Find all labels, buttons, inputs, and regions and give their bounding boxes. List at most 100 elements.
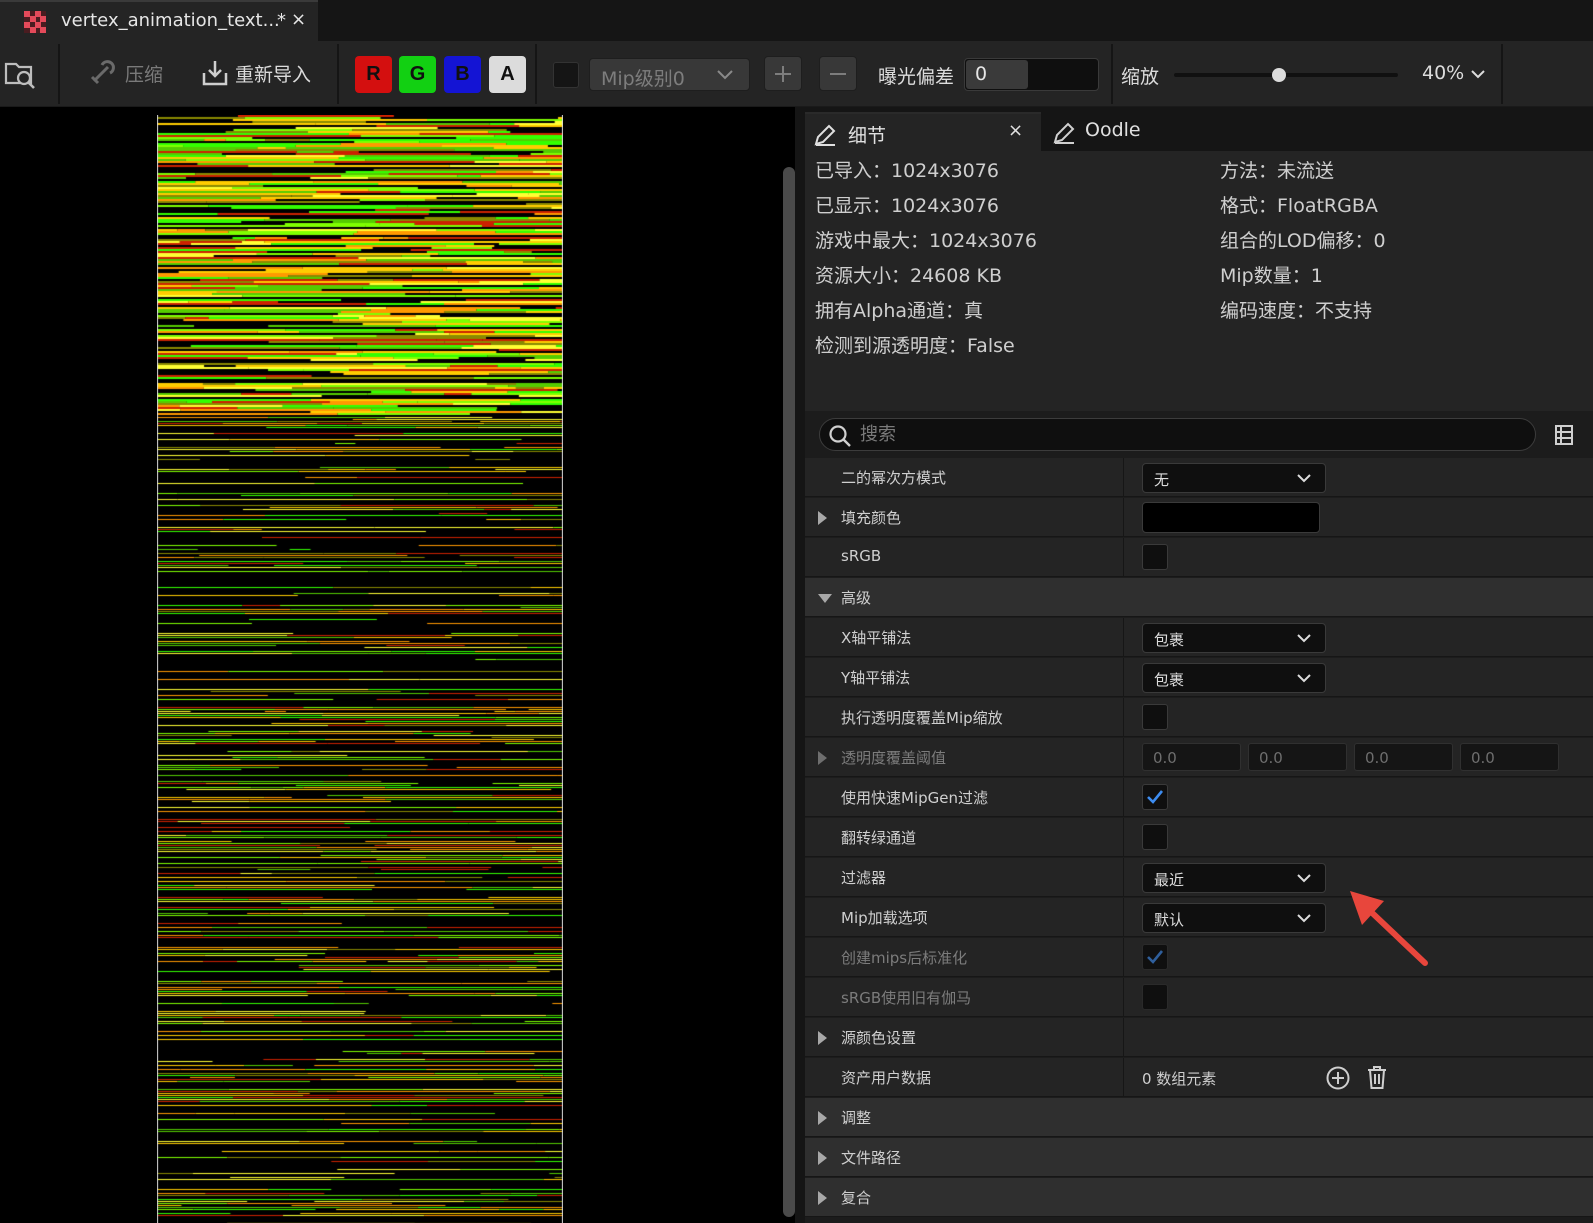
toolbar-separator: [1501, 44, 1503, 104]
channel-r-toggle[interactable]: R: [355, 56, 392, 93]
number-value: 0.0: [1259, 749, 1283, 767]
number-value: 0.0: [1153, 749, 1177, 767]
expand-arrow-icon[interactable]: [818, 1111, 827, 1125]
property-list: 二的幂次方模式 无 填充颜色 sRGB 高级 X轴平铺法 包裹 Y轴平铺法 包裹…: [805, 458, 1593, 1223]
chevron-down-icon: [1471, 70, 1485, 79]
property-row-normalize-mips: 创建mips后标准化: [805, 938, 1593, 977]
y-tiling-dropdown[interactable]: 包裹: [1142, 663, 1326, 693]
zoom-slider-thumb[interactable]: [1272, 68, 1287, 82]
filter-dropdown[interactable]: 最近: [1142, 863, 1326, 893]
mip-load-dropdown[interactable]: 默认: [1142, 903, 1326, 933]
x-tiling-dropdown[interactable]: 包裹: [1142, 623, 1326, 653]
close-details-tab-icon[interactable]: ×: [1008, 120, 1023, 141]
chevron-down-icon: [1297, 874, 1311, 883]
tab-oodle[interactable]: Oodle: [1045, 112, 1245, 151]
fill-color-swatch[interactable]: [1142, 502, 1320, 533]
checkmark-icon: [1147, 950, 1164, 964]
delete-all-icon[interactable]: [1365, 1064, 1389, 1090]
details-tab-strip: 细节 × Oodle: [805, 107, 1593, 151]
property-row-filter: 过滤器 最近: [805, 858, 1593, 897]
expand-arrow-icon[interactable]: [818, 1151, 827, 1165]
expand-arrow-icon[interactable]: [818, 511, 827, 525]
document-tab[interactable]: vertex_animation_text... * ×: [0, 0, 318, 41]
alpha-coverage-checkbox[interactable]: [1142, 704, 1168, 730]
pencil-icon: [1053, 122, 1075, 144]
property-row-flip-green: 翻转绿通道: [805, 818, 1593, 857]
channel-a-toggle[interactable]: A: [489, 56, 526, 93]
alpha-threshold-w-input[interactable]: 0.0: [1460, 743, 1559, 771]
close-tab-icon[interactable]: ×: [291, 9, 306, 30]
number-value: 0.0: [1365, 749, 1389, 767]
property-row-fast-mipgen: 使用快速MipGen过滤: [805, 778, 1593, 817]
minus-icon: [830, 73, 846, 75]
browse-asset-icon[interactable]: [4, 58, 36, 90]
view-options-icon[interactable]: [1555, 425, 1573, 445]
mip-increase-button[interactable]: [764, 56, 802, 91]
exposure-bias-input[interactable]: 0: [964, 58, 1099, 91]
property-label: 资产用户数据: [841, 1069, 932, 1087]
dropdown-value: 包裹: [1154, 671, 1185, 689]
info-encode-speed: 编码速度：不支持: [1220, 300, 1373, 322]
plus-icon: [775, 66, 791, 82]
property-row-source-color: 源颜色设置: [805, 1018, 1593, 1057]
property-label: Mip加载选项: [841, 909, 928, 927]
collapse-arrow-icon[interactable]: [818, 594, 832, 603]
compress-icon: [90, 60, 115, 85]
property-category-advanced[interactable]: 高级: [805, 578, 1593, 617]
search-input[interactable]: [860, 419, 1520, 450]
category-label: 高级: [841, 589, 872, 607]
texture-viewport[interactable]: [0, 107, 795, 1223]
chevron-down-icon: [1297, 474, 1311, 483]
property-category-file-path[interactable]: 文件路径: [805, 1138, 1593, 1177]
add-element-icon[interactable]: [1325, 1065, 1351, 1091]
channel-b-toggle[interactable]: B: [444, 56, 481, 93]
property-row-legacy-gamma: sRGB使用旧有伽马: [805, 978, 1593, 1017]
property-label: sRGB使用旧有伽马: [841, 989, 972, 1007]
tab-details[interactable]: 细节 ×: [805, 112, 1041, 151]
property-row-alpha-threshold: 透明度覆盖阈值 0.0 0.0 0.0 0.0: [805, 738, 1593, 777]
mip-level-dropdown[interactable]: Mip级别0: [589, 58, 750, 91]
mip-checkbox[interactable]: [553, 62, 579, 88]
property-label: 透明度覆盖阈值: [841, 749, 947, 767]
texture-info-block: 已导入：1024x3076 已显示：1024x3076 游戏中最大：1024x3…: [805, 151, 1593, 411]
mip-decrease-button[interactable]: [819, 56, 857, 91]
alpha-threshold-x-input[interactable]: 0.0: [1142, 743, 1241, 771]
alpha-threshold-z-input[interactable]: 0.0: [1354, 743, 1453, 771]
category-label: 复合: [841, 1189, 872, 1207]
info-method: 方法：未流送: [1220, 160, 1335, 182]
property-row-mip-load: Mip加载选项 默认: [805, 898, 1593, 937]
exposure-bias-value: 0: [975, 63, 988, 85]
info-mip-count: Mip数量：1: [1220, 265, 1323, 287]
property-row-srgb: sRGB: [805, 538, 1593, 577]
fast-mipgen-checkbox[interactable]: [1142, 784, 1168, 810]
zoom-dropdown[interactable]: 40%: [1420, 58, 1488, 91]
info-format: 格式：FloatRGBA: [1220, 195, 1378, 217]
pencil-icon: [814, 124, 836, 146]
srgb-checkbox[interactable]: [1142, 544, 1168, 570]
normalize-mips-checkbox[interactable]: [1142, 944, 1168, 970]
number-value: 0.0: [1471, 749, 1495, 767]
category-label: 调整: [841, 1109, 872, 1127]
search-icon: [829, 425, 851, 447]
property-category-adjustments[interactable]: 调整: [805, 1098, 1593, 1137]
zoom-slider[interactable]: [1174, 68, 1398, 82]
texture-asset-icon: [24, 11, 46, 33]
info-resource-size: 资源大小：24608 KB: [815, 265, 1002, 287]
flip-green-checkbox[interactable]: [1142, 824, 1168, 850]
power-of-two-mode-dropdown[interactable]: 无: [1142, 463, 1326, 493]
property-row-power-of-two: 二的幂次方模式 无: [805, 458, 1593, 497]
alpha-threshold-y-input[interactable]: 0.0: [1248, 743, 1347, 771]
property-category-composite[interactable]: 复合: [805, 1178, 1593, 1217]
property-label: 过滤器: [841, 869, 887, 887]
reimport-button[interactable]: 重新导入: [198, 55, 320, 91]
compress-button[interactable]: 压缩: [85, 55, 169, 91]
expand-arrow-icon[interactable]: [818, 1031, 827, 1045]
details-search-bar[interactable]: [819, 418, 1536, 451]
legacy-gamma-checkbox[interactable]: [1142, 984, 1168, 1010]
texture-editor-window: vertex_animation_text... * × 压缩 重新导入 R G…: [0, 0, 1593, 1223]
expand-arrow-icon[interactable]: [818, 1191, 827, 1205]
expand-arrow-icon[interactable]: [818, 751, 827, 765]
dropdown-value: 最近: [1154, 871, 1185, 889]
viewport-scrollbar[interactable]: [783, 167, 795, 1217]
channel-g-toggle[interactable]: G: [399, 56, 436, 93]
